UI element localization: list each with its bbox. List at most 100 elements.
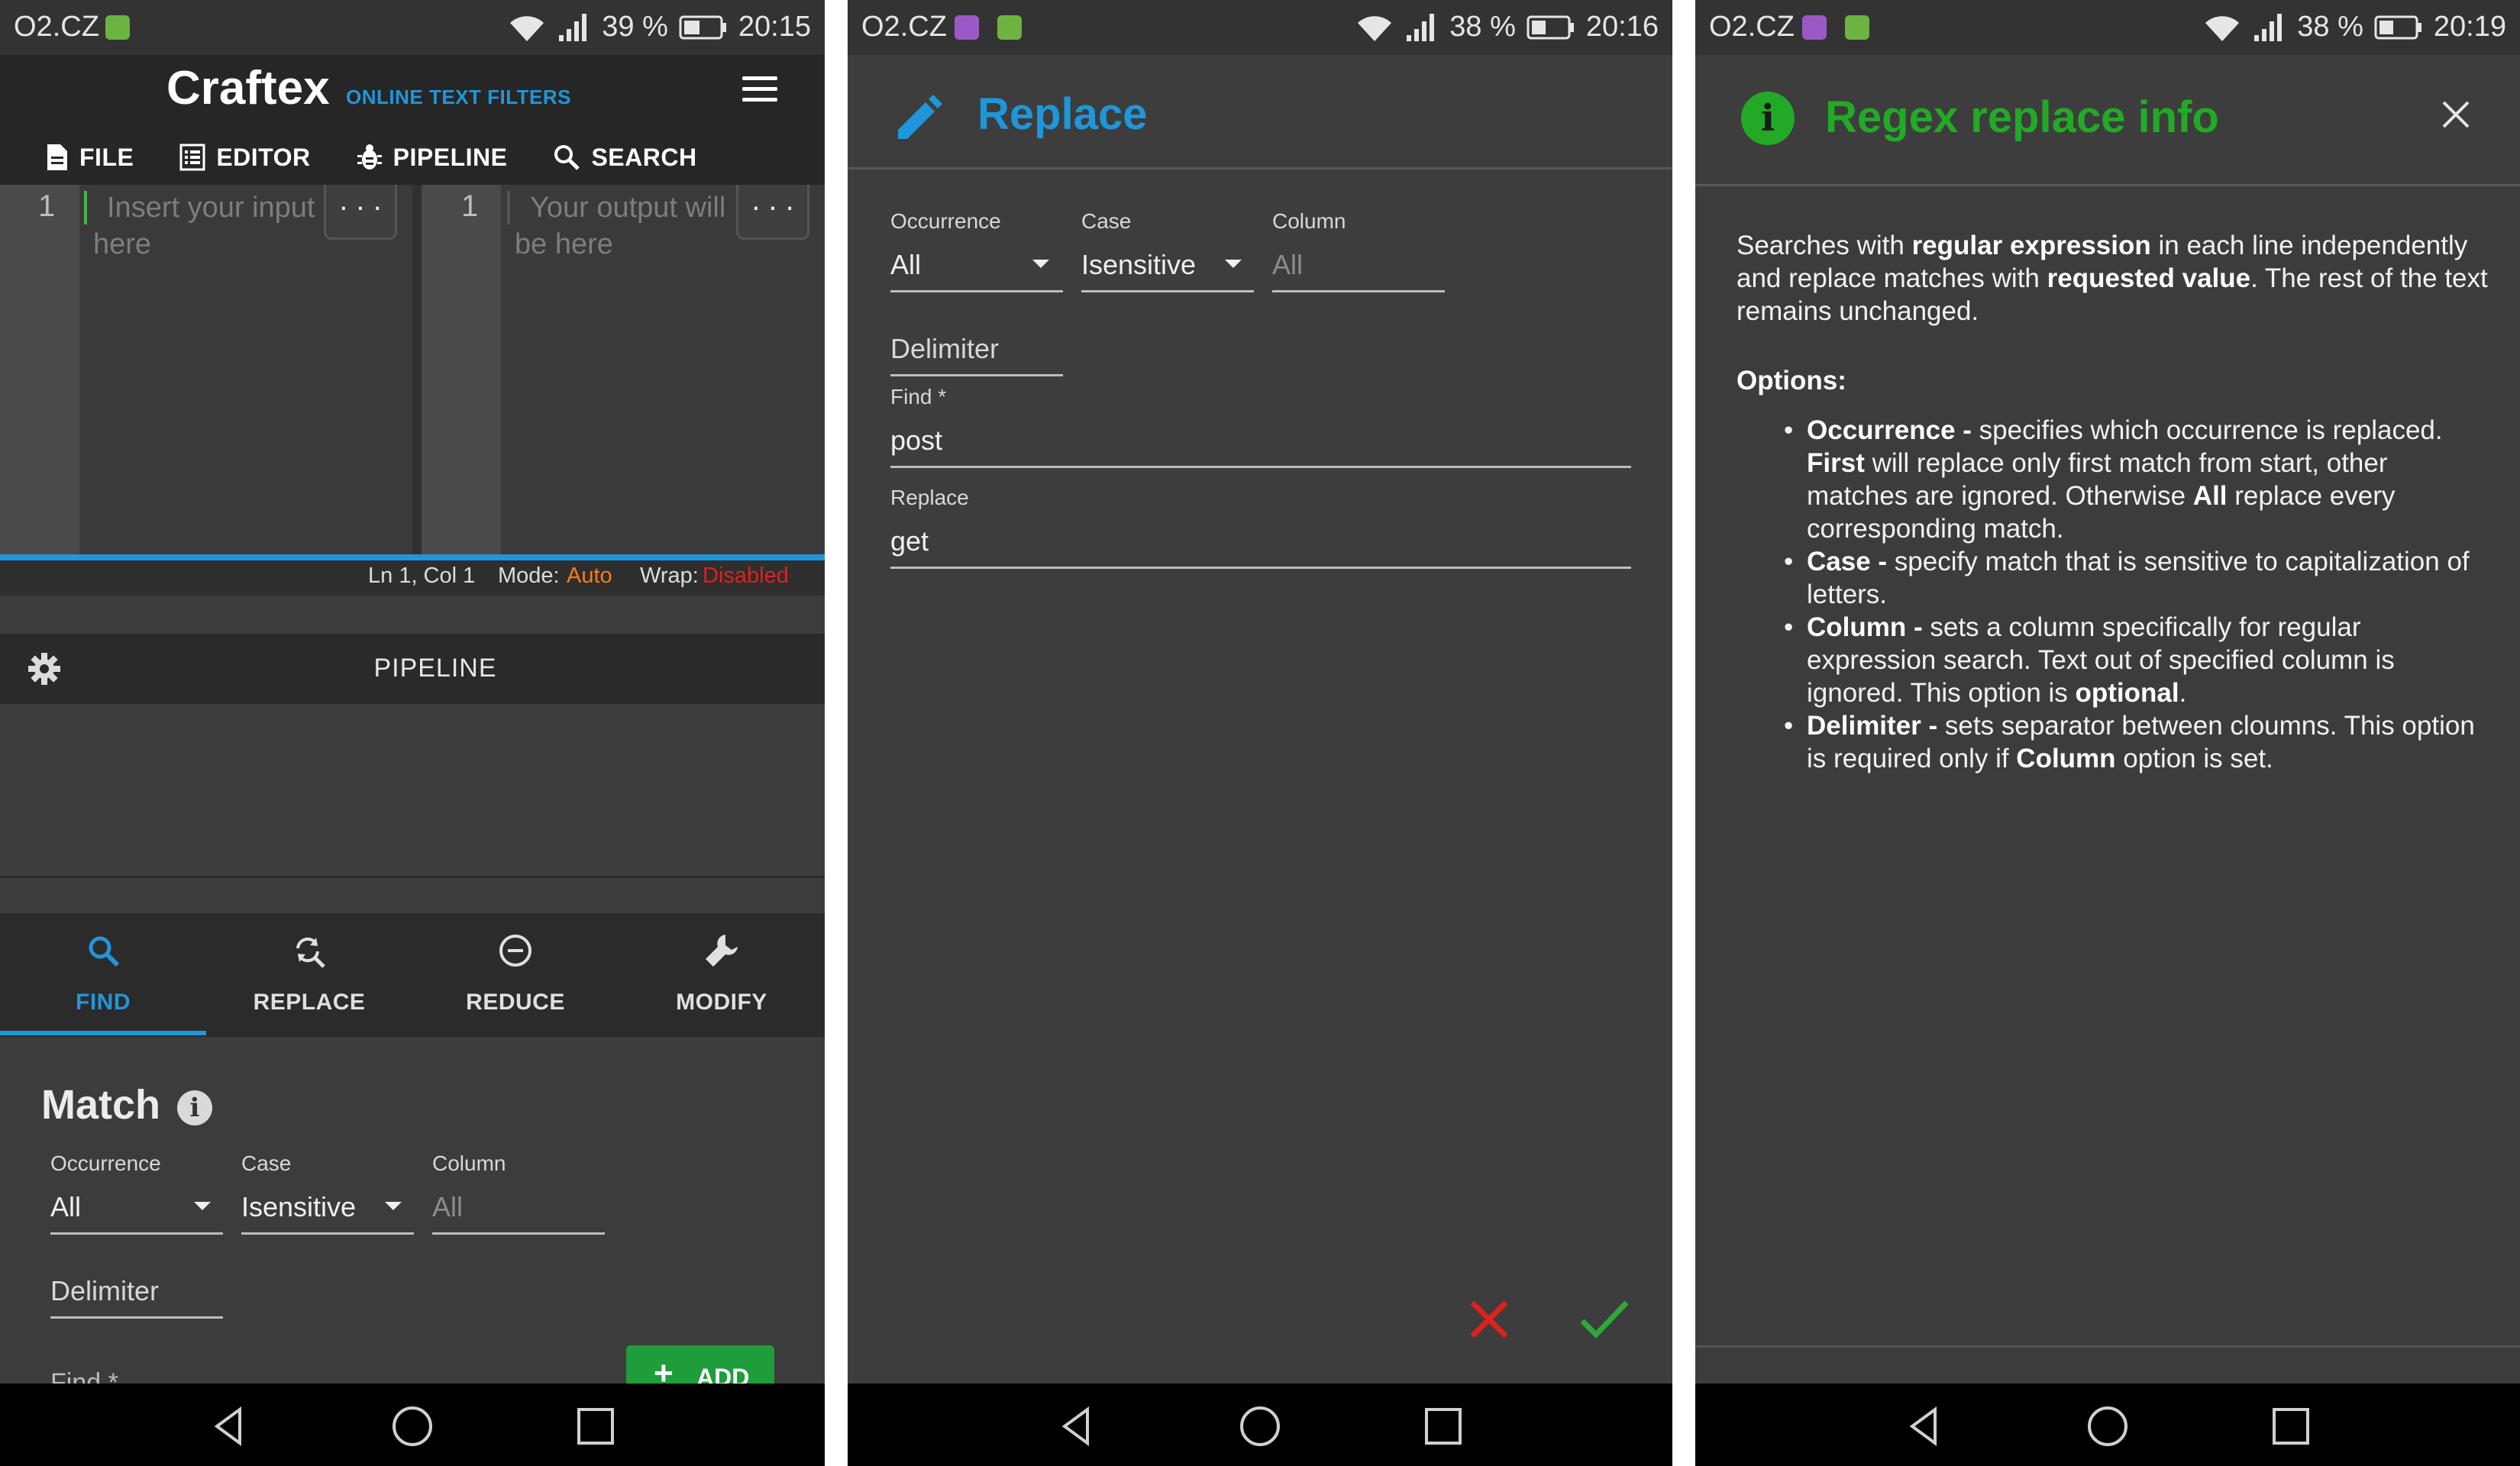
- battery-percent: 38 %: [1449, 11, 1516, 43]
- editor-splitter[interactable]: [412, 185, 422, 554]
- tab-reduce[interactable]: REDUCE: [412, 913, 619, 1037]
- tab-reduce-label: REDUCE: [466, 990, 565, 1015]
- signal-icon: [2254, 13, 2283, 41]
- pipeline-bar[interactable]: PIPELINE: [0, 634, 825, 704]
- wifi-icon: [2205, 15, 2240, 41]
- android-nav-bar: [0, 1384, 825, 1466]
- battery-icon: [679, 15, 726, 39]
- status-bar: O2.CZ 38 % 20:19: [1695, 0, 2520, 55]
- chevron-down-icon[interactable]: [1225, 260, 1242, 268]
- signal-icon: [1407, 13, 1435, 41]
- top-menu: FILE EDITOR PIPELINE SEARCH: [0, 131, 697, 183]
- find-replace-icon: [296, 937, 325, 968]
- output-editor[interactable]: Your output will be here: [515, 189, 759, 263]
- find-label: Find *: [890, 385, 947, 408]
- wrap-value[interactable]: Disabled: [703, 563, 789, 589]
- occurrence-underline: [890, 290, 1063, 292]
- occurrence-select[interactable]: All: [890, 249, 921, 281]
- find-underline: [890, 466, 1631, 468]
- tab-modify[interactable]: MODIFY: [619, 913, 825, 1037]
- chevron-down-icon[interactable]: [194, 1202, 211, 1210]
- case-label: Case: [241, 1151, 292, 1175]
- info-dialog-title: Regex replace info: [1825, 92, 2219, 142]
- carrier-label: O2.CZ: [861, 11, 947, 43]
- info-icon[interactable]: i: [177, 1090, 212, 1125]
- back-icon[interactable]: [1055, 1405, 1098, 1448]
- tab-find[interactable]: FIND: [0, 913, 206, 1037]
- info-dialog-content: Searches with regular expression in each…: [1737, 229, 2493, 775]
- column-label: Column: [1272, 209, 1346, 233]
- gallery-notification-icon: [955, 15, 979, 40]
- replace-underline: [890, 567, 1631, 569]
- home-icon[interactable]: [391, 1405, 434, 1448]
- confirm-button[interactable]: [1579, 1298, 1630, 1341]
- case-label: Case: [1081, 209, 1132, 233]
- editor-focus-bar: [0, 554, 825, 560]
- occurrence-underline: [50, 1232, 223, 1235]
- menu-pipeline[interactable]: PIPELINE: [357, 143, 508, 172]
- chevron-down-icon[interactable]: [1032, 260, 1049, 268]
- phone-regex-info: O2.CZ 38 % 20:19 i Regex replace info Se…: [1695, 0, 2520, 1466]
- chevron-down-icon[interactable]: [385, 1202, 402, 1210]
- replace-input[interactable]: get: [890, 525, 929, 557]
- recents-icon[interactable]: [1422, 1405, 1465, 1448]
- app-notification-icon: [105, 15, 130, 40]
- tab-replace[interactable]: REPLACE: [206, 913, 412, 1037]
- option-case: Case - specify match that is sensitive t…: [1784, 545, 2493, 611]
- dialog-header: Replace: [848, 55, 1672, 170]
- info-dialog-header: i Regex replace info: [1695, 55, 2520, 186]
- menu-search[interactable]: SEARCH: [553, 144, 696, 172]
- mode-value[interactable]: Auto: [567, 563, 612, 589]
- column-input[interactable]: All: [1272, 249, 1303, 281]
- app-header: Craftex ONLINE TEXT FILTERS FILE EDITOR …: [0, 55, 825, 185]
- column-input[interactable]: All: [432, 1191, 463, 1223]
- pipeline-title: PIPELINE: [373, 654, 497, 683]
- menu-editor-label: EDITOR: [216, 143, 311, 171]
- options-list: Occurrence - specifies which occurrence …: [1784, 414, 2493, 775]
- cursor-position: Ln 1, Col 1: [368, 563, 476, 588]
- delimiter-input[interactable]: Delimiter: [890, 333, 999, 365]
- recents-icon[interactable]: [2270, 1405, 2312, 1448]
- input-more-button[interactable]: . . .: [324, 185, 397, 240]
- signal-icon: [559, 13, 587, 41]
- case-underline: [1081, 290, 1254, 292]
- menu-editor[interactable]: EDITOR: [179, 144, 310, 172]
- menu-search-label: SEARCH: [591, 143, 697, 171]
- app-notification-icon: [997, 15, 1022, 40]
- pipeline-list: [0, 704, 825, 878]
- android-nav-bar: [1695, 1384, 2520, 1466]
- back-icon[interactable]: [208, 1405, 250, 1448]
- back-icon[interactable]: [1903, 1405, 1946, 1448]
- info-icon: i: [1741, 92, 1795, 145]
- case-select[interactable]: Isensitive: [1081, 249, 1196, 281]
- home-icon[interactable]: [1239, 1405, 1281, 1448]
- delimiter-input[interactable]: Delimiter: [50, 1275, 159, 1307]
- menu-file-label: FILE: [79, 143, 134, 171]
- file-icon: [47, 144, 67, 170]
- recents-icon[interactable]: [574, 1405, 617, 1448]
- search-icon: [89, 936, 120, 967]
- replace-label: Replace: [890, 486, 969, 509]
- find-input[interactable]: post: [890, 425, 942, 457]
- home-icon[interactable]: [2086, 1405, 2129, 1448]
- occurrence-select[interactable]: All: [50, 1191, 81, 1223]
- cancel-button[interactable]: [1468, 1298, 1510, 1341]
- case-select[interactable]: Isensitive: [241, 1191, 356, 1223]
- hamburger-menu-icon[interactable]: [742, 76, 777, 104]
- output-more-button[interactable]: . . .: [736, 185, 809, 240]
- case-underline: [241, 1232, 414, 1235]
- pencil-icon: [898, 95, 942, 139]
- carrier-label: O2.CZ: [14, 11, 99, 43]
- occurrence-label: Occurrence: [890, 209, 1001, 233]
- app-logo[interactable]: Craftex: [166, 61, 330, 115]
- match-title: Match: [41, 1082, 161, 1128]
- app-subtitle: ONLINE TEXT FILTERS: [346, 86, 572, 108]
- occurrence-label: Occurrence: [50, 1151, 161, 1175]
- wifi-icon: [1358, 15, 1392, 41]
- gallery-notification-icon: [1802, 15, 1827, 40]
- column-label: Column: [432, 1151, 506, 1175]
- close-icon[interactable]: [2439, 98, 2473, 131]
- menu-file[interactable]: FILE: [46, 143, 134, 172]
- output-gutter: 1: [422, 185, 501, 554]
- output-placeholder-line1: Your output will: [530, 192, 726, 224]
